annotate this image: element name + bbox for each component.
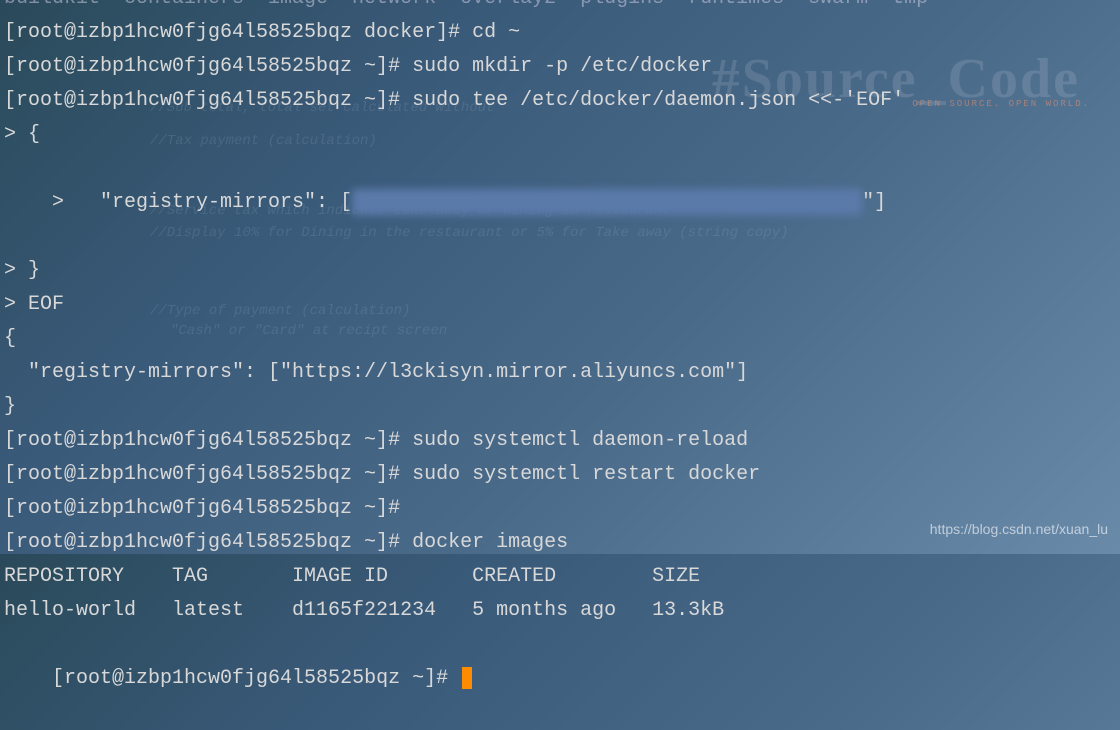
terminal-line: } bbox=[4, 390, 1116, 424]
redacted-url bbox=[352, 189, 862, 215]
terminal-output[interactable]: buildkit containers image network overla… bbox=[4, 0, 1116, 730]
terminal-line-partial-top: buildkit containers image network overla… bbox=[4, 0, 1116, 16]
terminal-line: [root@izbp1hcw0fjg64l58525bqz docker]# c… bbox=[4, 16, 1116, 50]
terminal-line: [root@izbp1hcw0fjg64l58525bqz ~]# sudo s… bbox=[4, 424, 1116, 458]
docker-images-header: REPOSITORY TAG IMAGE ID CREATED SIZE bbox=[4, 560, 1116, 594]
terminal-line-partial-bottom: [root@izbp1hcw0fjg64l58525bqz ~]# bbox=[4, 628, 1116, 730]
watermark-text: https://blog.csdn.net/xuan_lu bbox=[930, 518, 1108, 542]
terminal-line: > EOF bbox=[4, 288, 1116, 322]
terminal-line: "registry-mirrors": ["https://l3ckisyn.m… bbox=[4, 356, 1116, 390]
terminal-line: { bbox=[4, 322, 1116, 356]
terminal-line: [root@izbp1hcw0fjg64l58525bqz ~]# sudo t… bbox=[4, 84, 1116, 118]
docker-images-row: hello-world latest d1165f221234 5 months… bbox=[4, 594, 1116, 628]
terminal-line: > } bbox=[4, 254, 1116, 288]
cursor-icon bbox=[462, 667, 472, 689]
terminal-line: > { bbox=[4, 118, 1116, 152]
registry-suffix: "] bbox=[862, 191, 886, 214]
prompt-text: [root@izbp1hcw0fjg64l58525bqz ~]# bbox=[52, 667, 460, 690]
terminal-line-registry-redacted: > "registry-mirrors": [ "] bbox=[4, 152, 1116, 254]
registry-prefix: > "registry-mirrors": [ bbox=[52, 191, 352, 214]
terminal-line: [root@izbp1hcw0fjg64l58525bqz ~]# sudo s… bbox=[4, 458, 1116, 492]
terminal-line: [root@izbp1hcw0fjg64l58525bqz ~]# sudo m… bbox=[4, 50, 1116, 84]
